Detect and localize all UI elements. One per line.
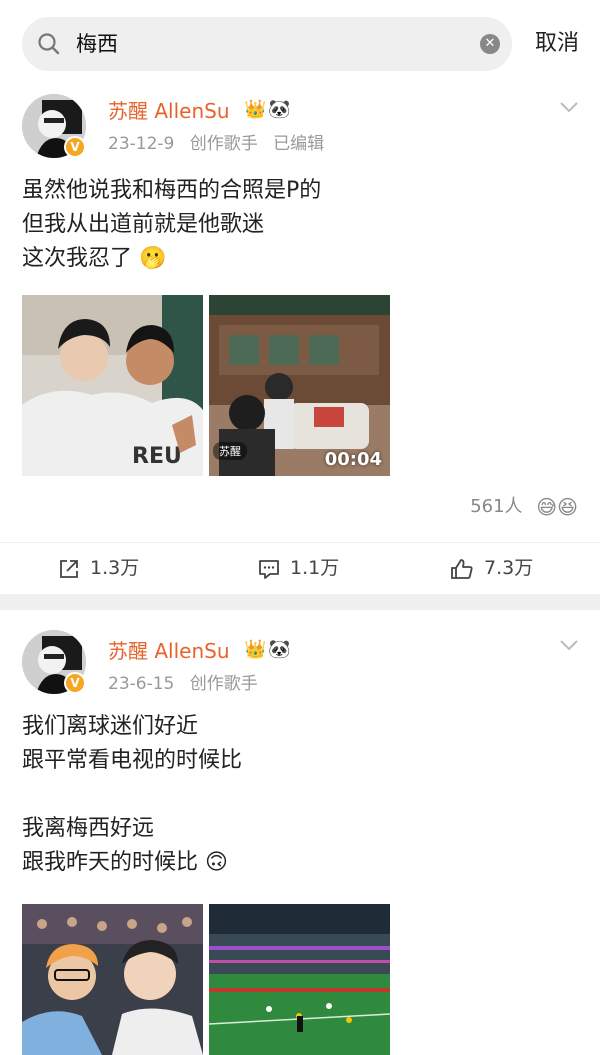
like-count: 7.3万 bbox=[484, 557, 534, 579]
post-date: 23-6-15 bbox=[108, 674, 175, 694]
search-input[interactable]: 梅西 ✕ bbox=[22, 17, 512, 71]
post-video[interactable]: 苏醒 00:04 bbox=[209, 295, 390, 476]
author-name[interactable]: 苏醒 AllenSu bbox=[108, 98, 230, 124]
upside-down-emoji-icon: 🙃 bbox=[205, 850, 228, 875]
author-badges: 👑🐼 bbox=[244, 636, 293, 664]
author-name[interactable]: 苏醒 AllenSu bbox=[108, 638, 230, 664]
chevron-down-icon[interactable] bbox=[558, 634, 580, 656]
edited-label: 已编辑 bbox=[273, 134, 325, 154]
post-text-body: 虽然他说我和梅西的合照是P的 但我从出道前就是他歌迷 这次我忍了 bbox=[22, 178, 322, 271]
share-icon bbox=[60, 559, 78, 578]
comment-button[interactable]: 1.1万 bbox=[258, 555, 339, 581]
svg-text:REU: REU bbox=[132, 444, 182, 469]
post-actions: 1.3万 1.1万 7.3万 bbox=[0, 542, 600, 593]
comment-count: 1.1万 bbox=[290, 557, 340, 579]
share-button[interactable]: 1.3万 bbox=[58, 555, 139, 581]
search-icon bbox=[38, 33, 60, 55]
author-role: 创作歌手 bbox=[189, 674, 258, 694]
like-button[interactable]: 7.3万 bbox=[450, 555, 533, 581]
video-duration: 00:04 bbox=[324, 449, 382, 470]
cancel-button[interactable]: 取消 bbox=[535, 29, 579, 59]
author-badges: 👑🐼 bbox=[244, 96, 293, 124]
chevron-down-icon[interactable] bbox=[558, 96, 580, 118]
post-date: 23-12-9 bbox=[108, 134, 175, 154]
post-meta: 23-12-9 创作歌手 已编辑 bbox=[108, 132, 334, 156]
search-query: 梅西 bbox=[76, 32, 118, 56]
clear-search-icon[interactable]: ✕ bbox=[480, 34, 500, 54]
verified-badge-icon: V bbox=[64, 136, 86, 158]
crown-icon: 👑 bbox=[244, 639, 269, 660]
post-image[interactable]: REU bbox=[22, 295, 203, 476]
post-card: V 苏醒 AllenSu 👑🐼 23-6-15 创作歌手 我们离球迷们好近 跟平… bbox=[0, 610, 600, 1055]
post-image[interactable] bbox=[22, 904, 203, 1055]
share-count: 1.3万 bbox=[90, 557, 140, 579]
post-image[interactable] bbox=[209, 904, 390, 1055]
post-divider bbox=[0, 594, 600, 610]
reactions-summary[interactable]: 561人 😅😆 bbox=[470, 492, 578, 522]
post-text: 我们离球迷们好近 跟平常看电视的时候比 我离梅西好远 跟我昨天的时候比 🙃 bbox=[22, 710, 242, 880]
post-card: V 苏醒 AllenSu 👑🐼 23-12-9 创作歌手 已编辑 虽然他说我和梅… bbox=[0, 84, 600, 594]
panda-icon: 🐼 bbox=[268, 99, 293, 120]
panda-icon: 🐼 bbox=[268, 639, 293, 660]
crown-icon: 👑 bbox=[244, 99, 269, 120]
verified-badge-icon: V bbox=[64, 672, 86, 694]
video-name-tag: 苏醒 bbox=[213, 442, 247, 460]
author-role: 创作歌手 bbox=[189, 134, 258, 154]
shush-emoji-icon: 🫢 bbox=[139, 246, 167, 271]
comment-icon bbox=[259, 559, 279, 579]
search-header: 梅西 ✕ 取消 bbox=[0, 0, 600, 84]
reaction-emoji-icon: 😅😆 bbox=[536, 495, 578, 519]
thumbs-up-icon bbox=[451, 558, 473, 579]
post-meta: 23-6-15 创作歌手 bbox=[108, 672, 268, 696]
post-text: 虽然他说我和梅西的合照是P的 但我从出道前就是他歌迷 这次我忍了 🫢 bbox=[22, 174, 321, 276]
reactions-count: 561人 bbox=[470, 496, 523, 517]
